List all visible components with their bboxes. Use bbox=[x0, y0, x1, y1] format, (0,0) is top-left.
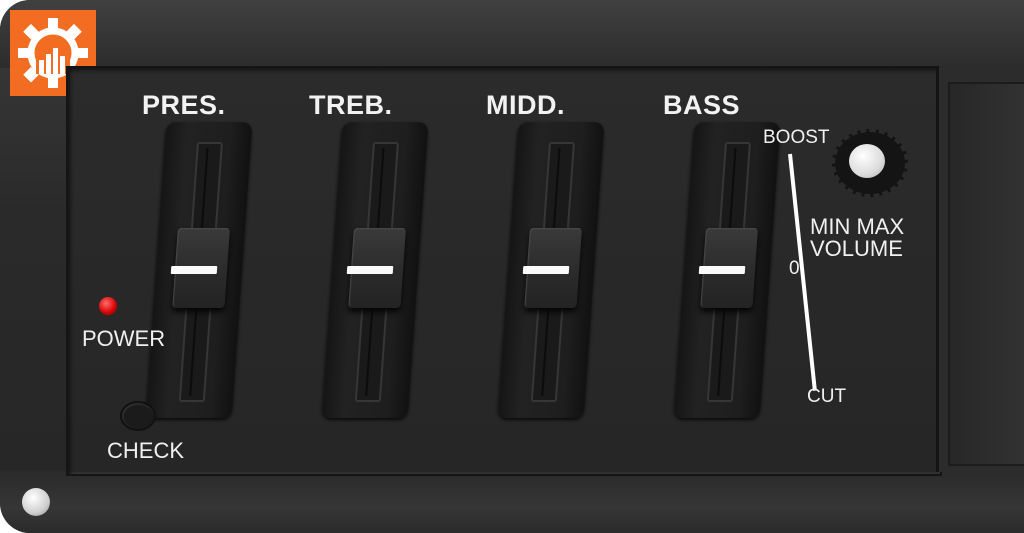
fader-indicator bbox=[522, 266, 570, 274]
bass-fader-knob[interactable] bbox=[698, 228, 758, 308]
scale-zero-label: 0 bbox=[789, 258, 800, 279]
middle-fader-knob[interactable] bbox=[522, 228, 582, 308]
fader-label-presence: PRES. bbox=[142, 90, 226, 120]
chassis-top-rail bbox=[0, 0, 1024, 68]
treble-fader-knob[interactable] bbox=[346, 228, 406, 308]
check-button[interactable] bbox=[120, 401, 156, 431]
fader-label-treble: TREB. bbox=[309, 90, 393, 120]
fader-indicator bbox=[346, 266, 394, 274]
fader-label-middle: MIDD. bbox=[486, 90, 565, 120]
fader-indicator bbox=[170, 266, 218, 274]
fader-label-bass: BASS bbox=[663, 90, 741, 120]
screw-icon bbox=[22, 488, 50, 516]
scale-cut-label: CUT bbox=[807, 386, 847, 407]
chassis-bottom-rail bbox=[0, 470, 1024, 533]
scale-boost-label: BOOST bbox=[763, 127, 830, 148]
volume-label: VOLUME bbox=[810, 236, 903, 261]
fader-indicator bbox=[698, 266, 746, 274]
power-label: POWER bbox=[82, 326, 166, 351]
power-led bbox=[99, 297, 117, 315]
check-label: CHECK bbox=[107, 438, 185, 463]
presence-fader-knob[interactable] bbox=[170, 228, 230, 308]
volume-knob-cap[interactable] bbox=[849, 144, 885, 178]
side-panel-inset bbox=[948, 82, 1024, 466]
